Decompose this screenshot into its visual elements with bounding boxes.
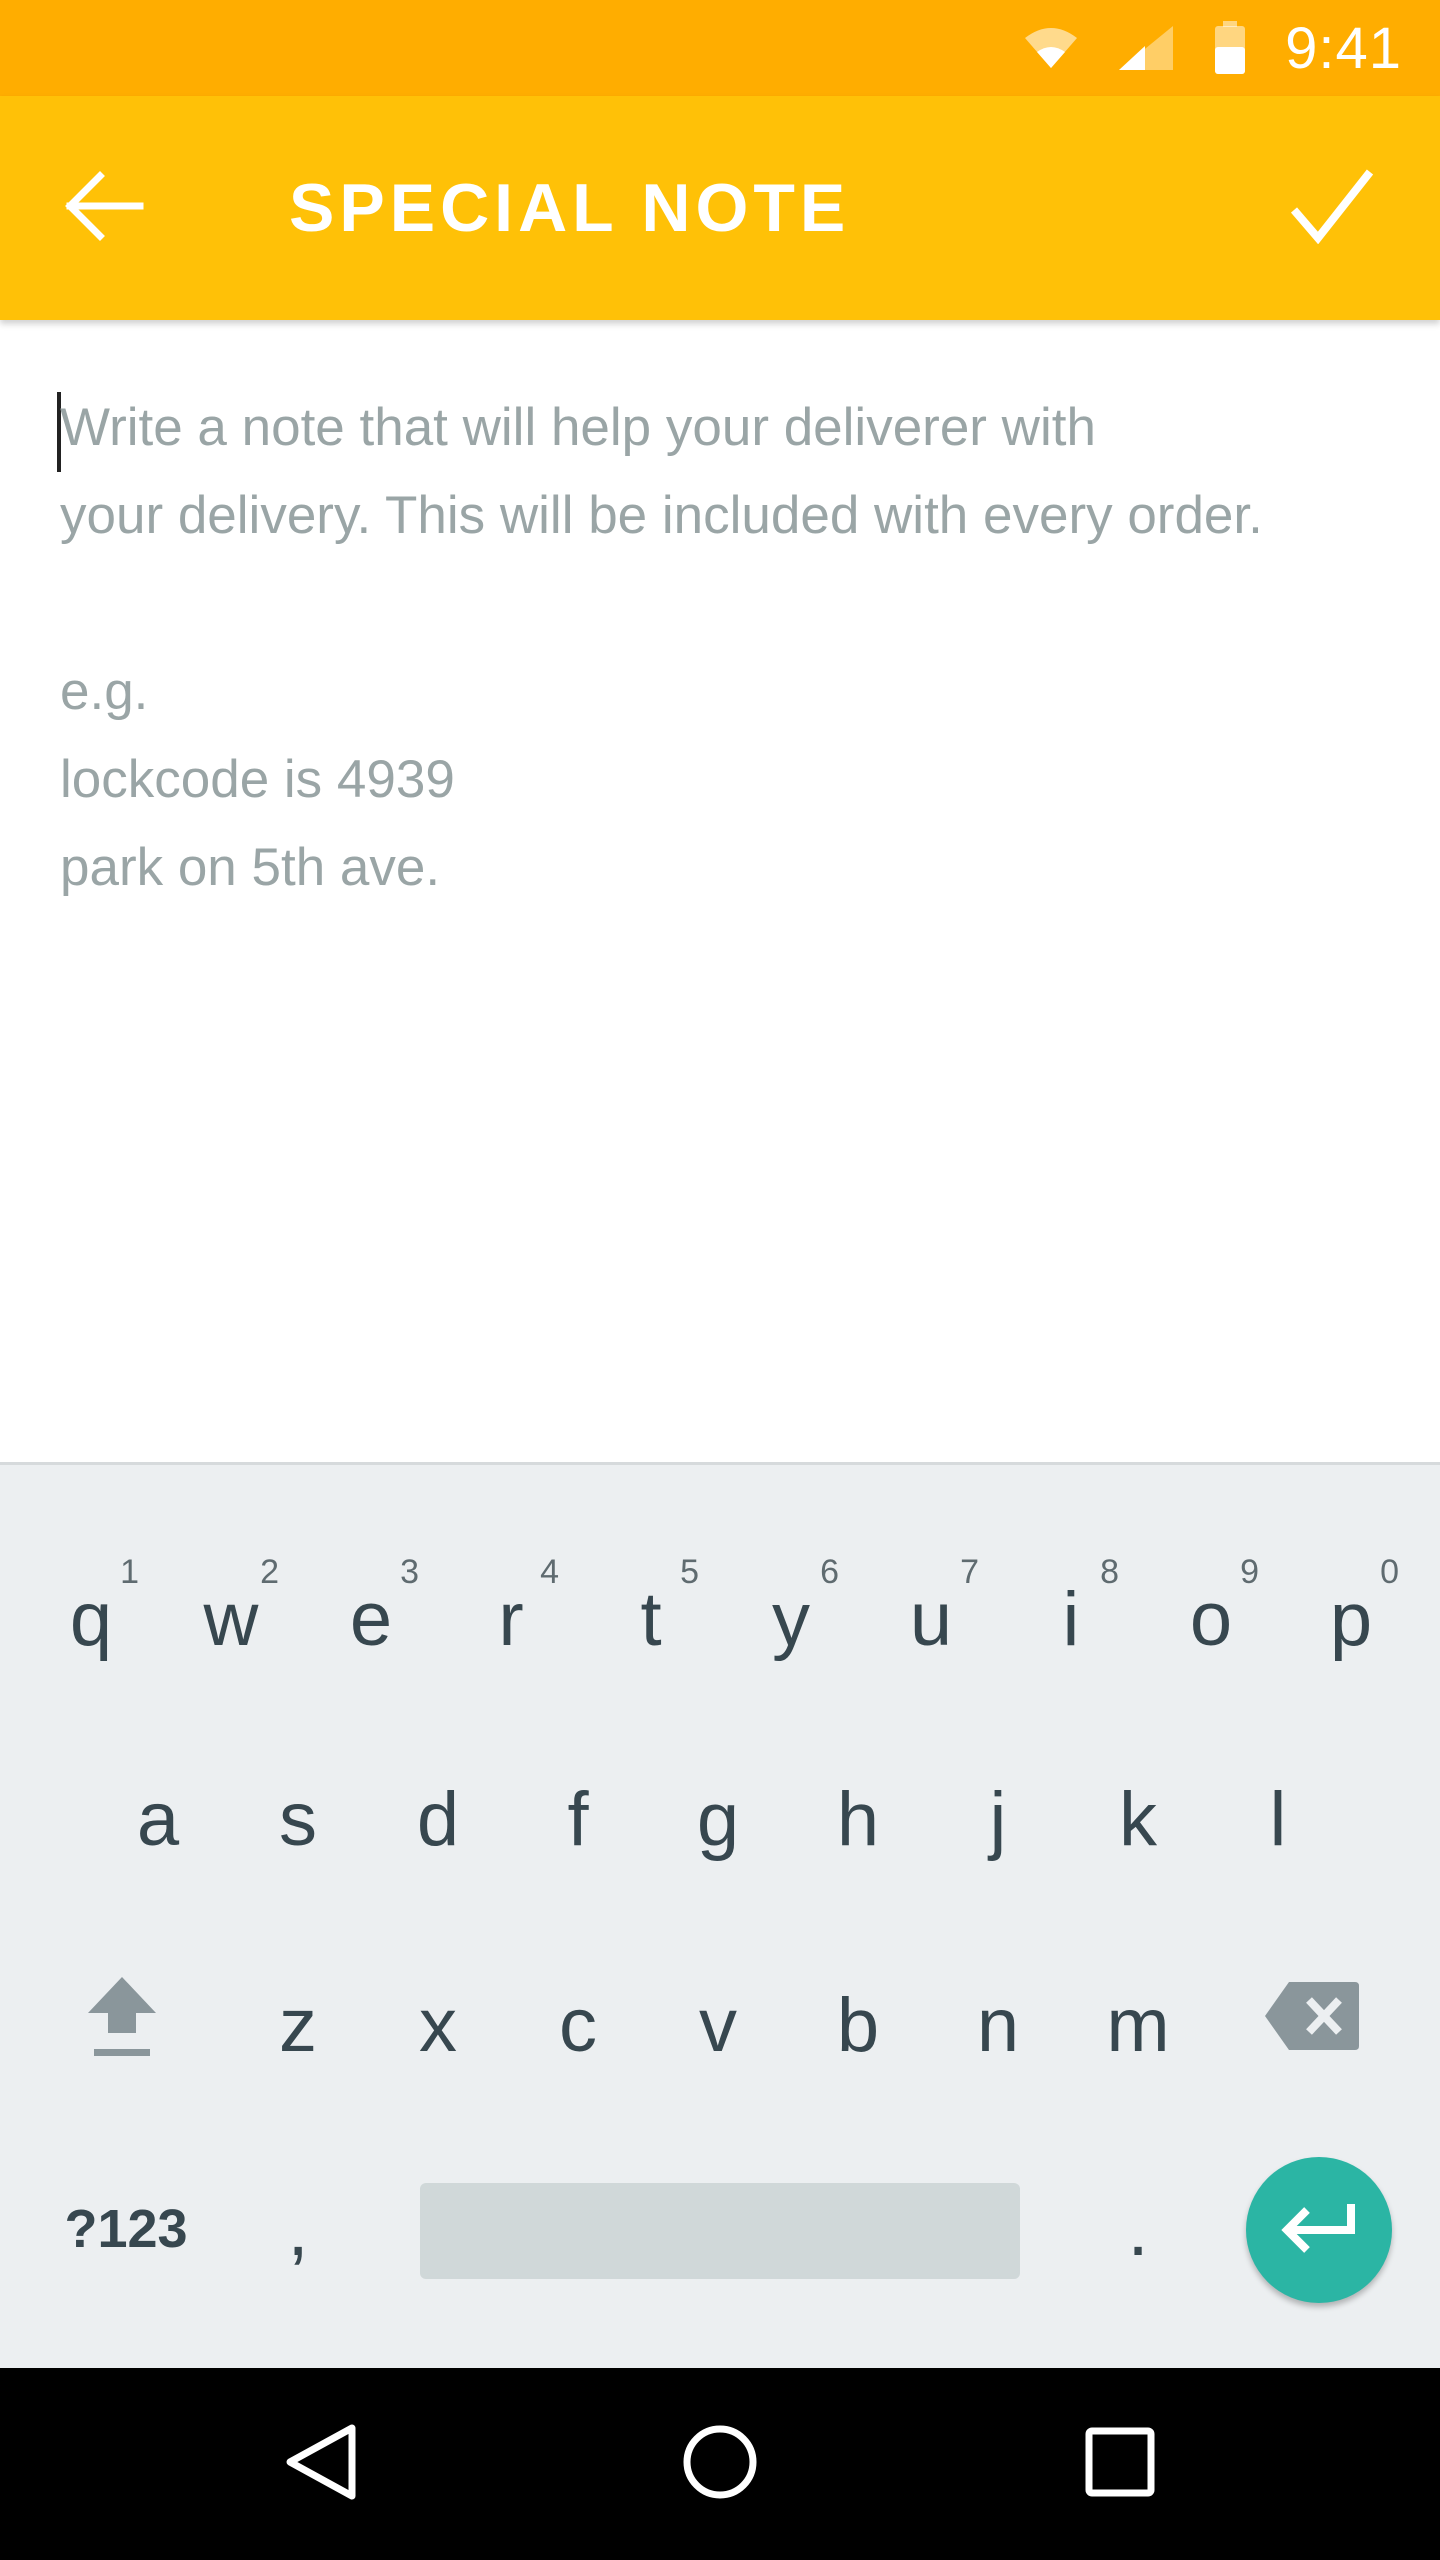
note-input[interactable]: Write a note that will help your deliver… <box>60 384 1400 1384</box>
signal-icon <box>1117 24 1175 72</box>
key-l[interactable]: l <box>1208 1739 1348 1899</box>
key-label: q <box>69 1576 113 1662</box>
key-a[interactable]: a <box>88 1739 228 1899</box>
key-j[interactable]: j <box>928 1739 1068 1899</box>
key-x[interactable]: x <box>368 1945 508 2105</box>
key-label: l <box>1269 1776 1287 1862</box>
key-i[interactable]: i8 <box>1001 1539 1141 1699</box>
key-label: m <box>1106 1982 1170 2068</box>
key-label: u <box>909 1576 953 1662</box>
enter-icon <box>1279 2200 1359 2261</box>
key-label: r <box>498 1576 524 1662</box>
key-label: f <box>567 1776 589 1862</box>
key-label: o <box>1189 1576 1233 1662</box>
key-label: y <box>772 1576 810 1662</box>
arrow-left-icon <box>64 170 144 247</box>
key-d[interactable]: d <box>368 1739 508 1899</box>
page-title: SPECIAL NOTE <box>289 170 851 246</box>
comma-key[interactable]: , <box>228 2149 368 2309</box>
spacebar[interactable] <box>420 2183 1020 2279</box>
nav-back-button[interactable] <box>260 2404 380 2524</box>
soft-keyboard: q1 w2 e3 r4 t5 y6 u7 i8 o9 p0 a s d f g … <box>0 1462 1440 2368</box>
back-button[interactable] <box>48 152 160 264</box>
nav-recents-button[interactable] <box>1060 2404 1180 2524</box>
wifi-icon <box>1023 26 1079 70</box>
key-label: h <box>836 1776 880 1862</box>
key-hint: 0 <box>1380 1553 1399 1591</box>
key-label: v <box>699 1982 737 2068</box>
note-area: Write a note that will help your deliver… <box>0 320 1440 1462</box>
key-label: t <box>640 1576 662 1662</box>
key-v[interactable]: v <box>648 1945 788 2105</box>
backspace-icon <box>1263 1980 1361 2070</box>
key-m[interactable]: m <box>1068 1945 1208 2105</box>
key-w[interactable]: w2 <box>161 1539 301 1699</box>
confirm-button[interactable] <box>1272 148 1392 268</box>
key-r[interactable]: r4 <box>441 1539 581 1699</box>
key-label: i <box>1062 1576 1080 1662</box>
key-y[interactable]: y6 <box>721 1539 861 1699</box>
enter-button[interactable] <box>1246 2157 1392 2303</box>
key-hint: 1 <box>120 1553 139 1591</box>
symbols-key[interactable]: ?123 <box>36 2149 216 2309</box>
key-hint: 6 <box>820 1553 839 1591</box>
status-time: 9:41 <box>1285 15 1402 81</box>
key-s[interactable]: s <box>228 1739 368 1899</box>
home-circle-icon <box>680 2422 760 2507</box>
key-u[interactable]: u7 <box>861 1539 1001 1699</box>
nav-home-button[interactable] <box>660 2404 780 2524</box>
key-hint: 4 <box>540 1553 559 1591</box>
key-label: a <box>136 1776 180 1862</box>
battery-icon <box>1213 21 1247 75</box>
key-hint: 7 <box>960 1553 979 1591</box>
key-label: j <box>989 1776 1007 1862</box>
key-b[interactable]: b <box>788 1945 928 2105</box>
key-g[interactable]: g <box>648 1739 788 1899</box>
key-label: p <box>1329 1576 1373 1662</box>
app-bar: SPECIAL NOTE <box>0 96 1440 320</box>
shift-icon <box>84 1973 160 2077</box>
backspace-key[interactable] <box>1242 1945 1382 2105</box>
key-hint: 5 <box>680 1553 699 1591</box>
key-hint: 2 <box>260 1553 279 1591</box>
recents-square-icon <box>1084 2426 1156 2503</box>
status-bar: 9:41 <box>0 0 1440 96</box>
key-label: d <box>416 1776 460 1862</box>
screen: 9:41 SPECIAL NOTE Write a note that will… <box>0 0 1440 2560</box>
key-z[interactable]: z <box>228 1945 368 2105</box>
period-key[interactable]: . <box>1068 2149 1208 2309</box>
key-label: n <box>976 1982 1020 2068</box>
key-label: g <box>696 1776 740 1862</box>
navigation-bar <box>0 2368 1440 2560</box>
key-e[interactable]: e3 <box>301 1539 441 1699</box>
key-label: . <box>1127 2186 1149 2272</box>
check-icon <box>1290 168 1374 249</box>
key-label: e <box>349 1576 393 1662</box>
key-label: , <box>287 2186 309 2272</box>
key-q[interactable]: q1 <box>21 1539 161 1699</box>
key-t[interactable]: t5 <box>581 1539 721 1699</box>
key-p[interactable]: p0 <box>1281 1539 1421 1699</box>
key-n[interactable]: n <box>928 1945 1068 2105</box>
key-hint: 9 <box>1240 1553 1259 1591</box>
key-label: x <box>419 1982 457 2068</box>
key-f[interactable]: f <box>508 1739 648 1899</box>
key-label: z <box>279 1982 317 2068</box>
key-h[interactable]: h <box>788 1739 928 1899</box>
key-label: b <box>836 1982 880 2068</box>
key-hint: 3 <box>400 1553 419 1591</box>
key-label: c <box>559 1982 597 2068</box>
key-label: k <box>1119 1776 1157 1862</box>
key-o[interactable]: o9 <box>1141 1539 1281 1699</box>
key-label: s <box>279 1776 317 1862</box>
shift-key[interactable] <box>52 1945 192 2105</box>
back-triangle-icon <box>282 2422 358 2507</box>
key-label: w <box>203 1576 259 1662</box>
key-c[interactable]: c <box>508 1945 648 2105</box>
key-hint: 8 <box>1100 1553 1119 1591</box>
key-k[interactable]: k <box>1068 1739 1208 1899</box>
